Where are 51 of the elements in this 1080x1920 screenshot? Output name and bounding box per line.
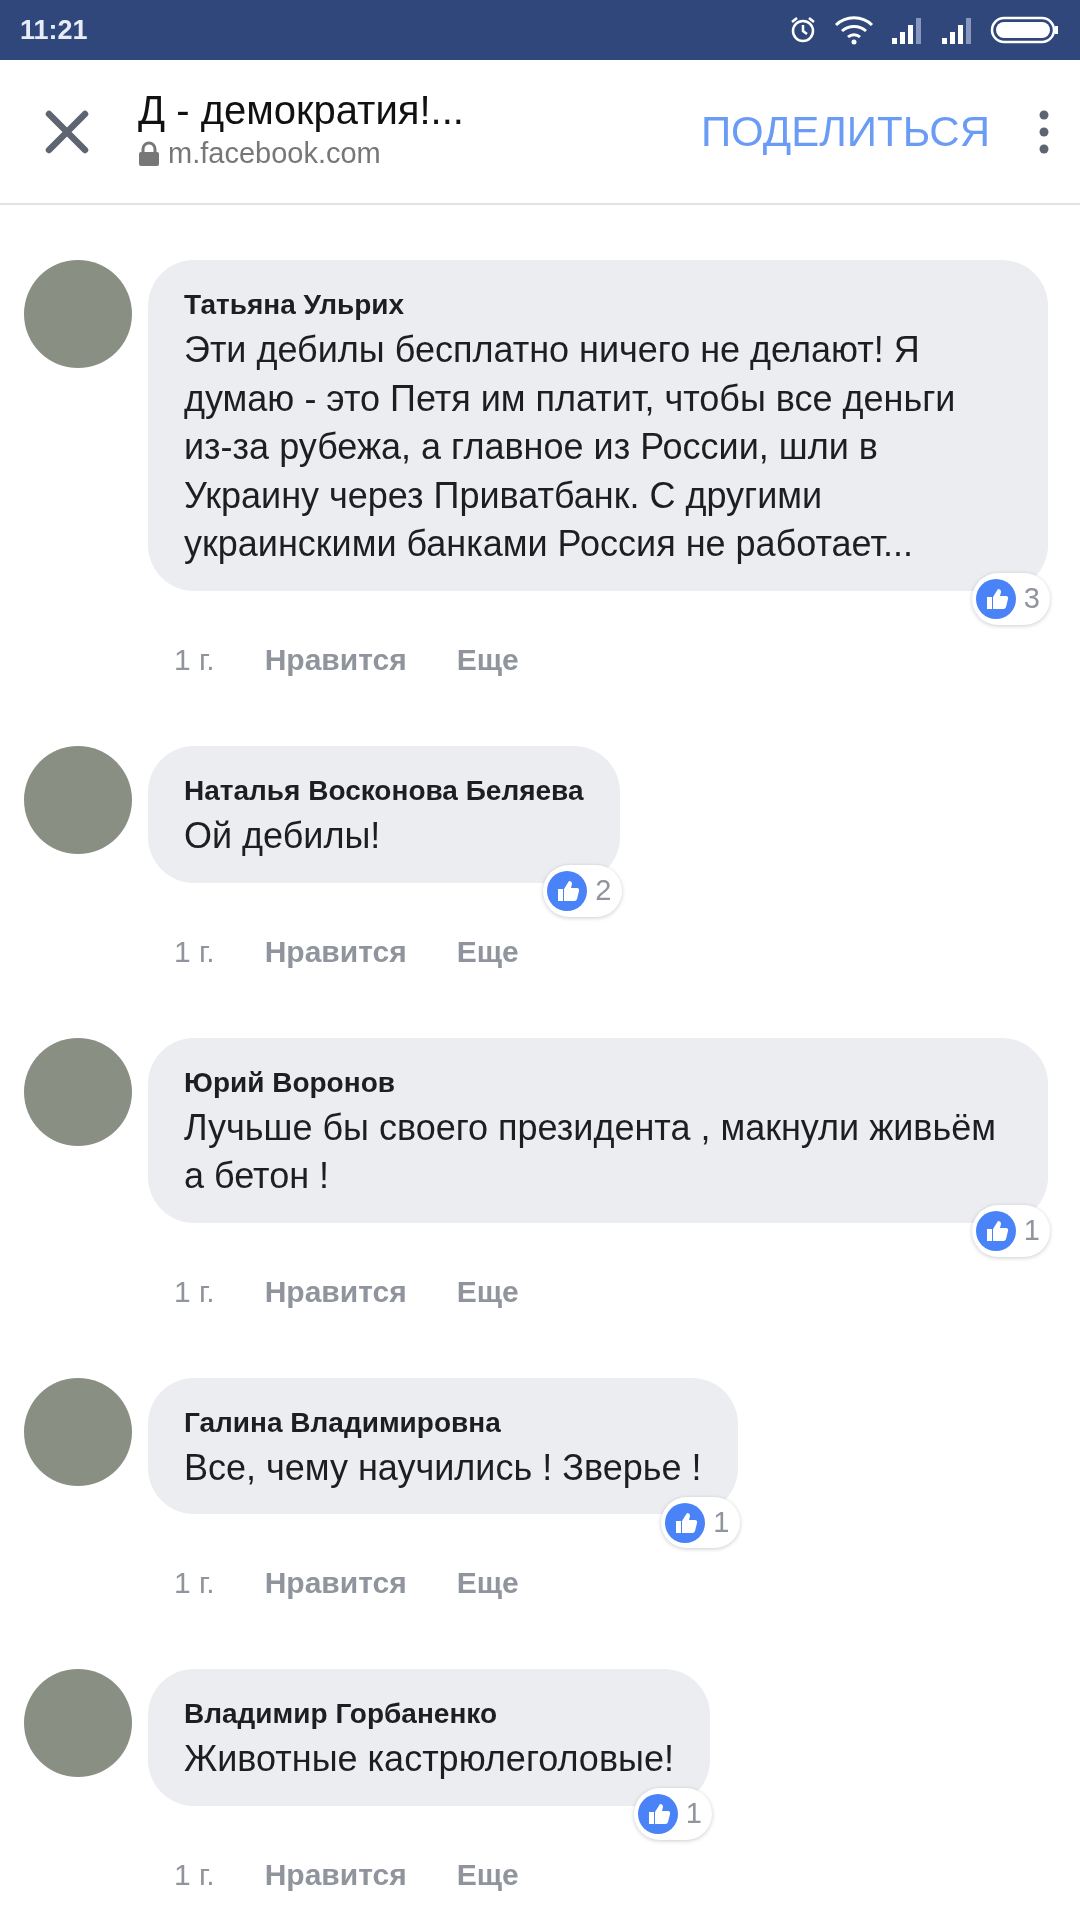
reaction-badge[interactable]: 2 [543, 865, 622, 917]
like-link[interactable]: Нравится [264, 1560, 407, 1606]
page-title: Д - демократия!... [138, 87, 464, 132]
comment-text: Животные кастрюлеголовые! [184, 1737, 674, 1782]
comment-age: 1 г. [174, 1565, 215, 1602]
reaction-badge[interactable]: 1 [661, 1496, 740, 1549]
reaction-badge[interactable]: 3 [971, 573, 1050, 625]
more-menu-button[interactable] [1038, 108, 1050, 155]
comment-text: Лучьше бы своего президента , макнули живьём а бетон ! [184, 1105, 998, 1199]
like-count: 1 [1023, 1213, 1040, 1249]
thumbs-up-icon [975, 1211, 1016, 1251]
like-link[interactable]: Нравится [264, 1268, 407, 1314]
like-count: 1 [713, 1504, 730, 1540]
comment-text: Эти дебилы бесплатно ничего не делают! Я думаю - это Петя им платит, чтобы все деньги из-за рубежа, а главное из России, шли в Украину через Приватбанк. С другими украинскими банками Россия не работает... [184, 328, 957, 567]
like-link[interactable]: Нравится [264, 1851, 407, 1897]
comment-text: Все, чему научились ! Зверье ! [184, 1445, 702, 1490]
status-time: 11:21 [20, 13, 88, 47]
comment-age: 1 г. [174, 641, 215, 678]
signal-icon [890, 16, 924, 44]
comment-age: 1 г. [174, 1273, 215, 1310]
lock-icon [138, 140, 160, 167]
wifi-icon [834, 15, 874, 45]
comment-text: Ой дебилы! [184, 813, 382, 858]
more-link[interactable]: Еще [456, 636, 519, 682]
thumbs-up-icon [975, 579, 1016, 620]
signal-icon [940, 16, 974, 44]
more-link[interactable]: Еще [456, 928, 519, 974]
battery-icon [990, 15, 1060, 45]
comment-age: 1 г. [174, 1856, 215, 1893]
comment-author[interactable]: Татьяна Ульрих [184, 284, 1012, 326]
comment-age: 1 г. [174, 933, 215, 970]
thumbs-up-icon [547, 870, 588, 911]
comment-author[interactable]: Юрий Воронов [184, 1061, 1012, 1104]
thumbs-up-icon [637, 1794, 678, 1835]
thumbs-up-icon [665, 1502, 706, 1543]
like-link[interactable]: Нравится [264, 636, 407, 682]
like-count: 1 [685, 1796, 702, 1832]
reaction-badge[interactable]: 1 [633, 1788, 712, 1840]
more-link[interactable]: Еще [456, 1560, 519, 1606]
close-button[interactable] [44, 108, 90, 155]
comment-author[interactable]: Галина Владимировна [184, 1401, 702, 1444]
share-button[interactable]: ПОДЕЛИТЬСЯ [700, 100, 990, 163]
more-link[interactable]: Еще [456, 1851, 519, 1897]
comment-author[interactable]: Наталья Восконова Беляева [184, 769, 584, 812]
more-link[interactable]: Еще [456, 1268, 519, 1314]
reaction-badge[interactable]: 1 [971, 1205, 1050, 1257]
like-count: 2 [595, 873, 612, 909]
page-url: m.facebook.com [168, 135, 381, 171]
like-count: 3 [1023, 581, 1040, 617]
comment-author[interactable]: Владимир Горбаненко [184, 1693, 674, 1736]
like-link[interactable]: Нравится [264, 928, 407, 974]
